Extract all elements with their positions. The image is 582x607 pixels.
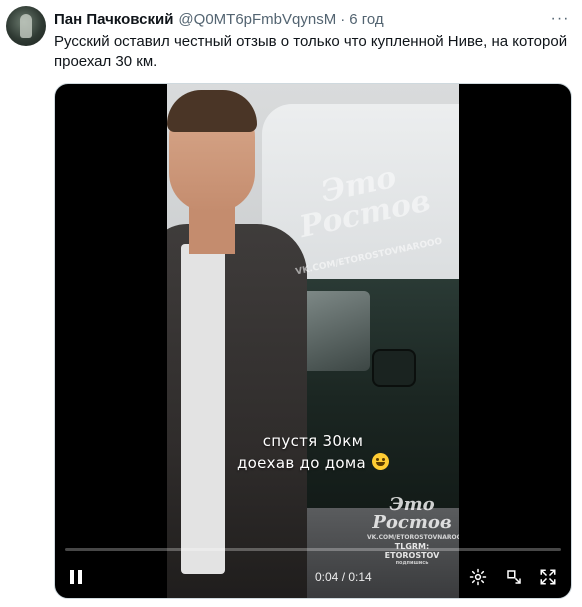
more-options-icon[interactable]: ··· — [548, 7, 572, 31]
watermark-bottom: Это Ростов VK.COM/ETOROSTOVNAROOO TLGRM:… — [367, 494, 459, 567]
video-player[interactable]: Это Ростов VK.COM/ETOROSTOVNAROOO спустя… — [54, 83, 572, 599]
video-caption: спустя 30км доехав до дома — [167, 430, 459, 474]
author-name[interactable]: Пан Пачковский — [54, 11, 173, 28]
video-frame[interactable]: Это Ростов VK.COM/ETOROSTOVNAROOO спустя… — [167, 84, 459, 598]
tweet-time[interactable]: 6 год — [349, 11, 383, 28]
more-options-label: ··· — [550, 10, 570, 27]
video-person-jacket — [167, 224, 307, 598]
tweet-text: Русский оставил честный отзыв о только ч… — [54, 33, 568, 70]
fullscreen-exit-icon[interactable] — [503, 566, 525, 588]
watermark-bottom-logo: Это Ростов — [372, 494, 452, 533]
watermark-bottom-url: VK.COM/ETOROSTOVNAROOO — [367, 534, 459, 541]
video-progress-bar[interactable] — [65, 548, 561, 551]
author-handle[interactable]: @Q0MT6pFmbVqynsM — [178, 11, 336, 28]
video-controls: 0:04 / 0:14 — [55, 558, 571, 598]
video-person-hair — [167, 90, 257, 132]
separator-dot: · — [340, 10, 346, 28]
fullscreen-icon[interactable] — [537, 566, 559, 588]
video-car-shape — [282, 279, 459, 519]
tweet-header: Пан Пачковский @Q0MT6pFmbVqynsM · 6 год — [54, 9, 542, 29]
pause-icon[interactable] — [65, 566, 87, 588]
caption-line-1: спустя 30км — [262, 432, 364, 450]
grinning-sweat-emoji-icon — [372, 453, 390, 470]
settings-gear-icon[interactable] — [467, 566, 489, 588]
avatar[interactable] — [6, 6, 46, 46]
caption-line-2: доехав до дома — [236, 454, 367, 472]
video-time: 0:04 / 0:14 — [315, 570, 372, 584]
